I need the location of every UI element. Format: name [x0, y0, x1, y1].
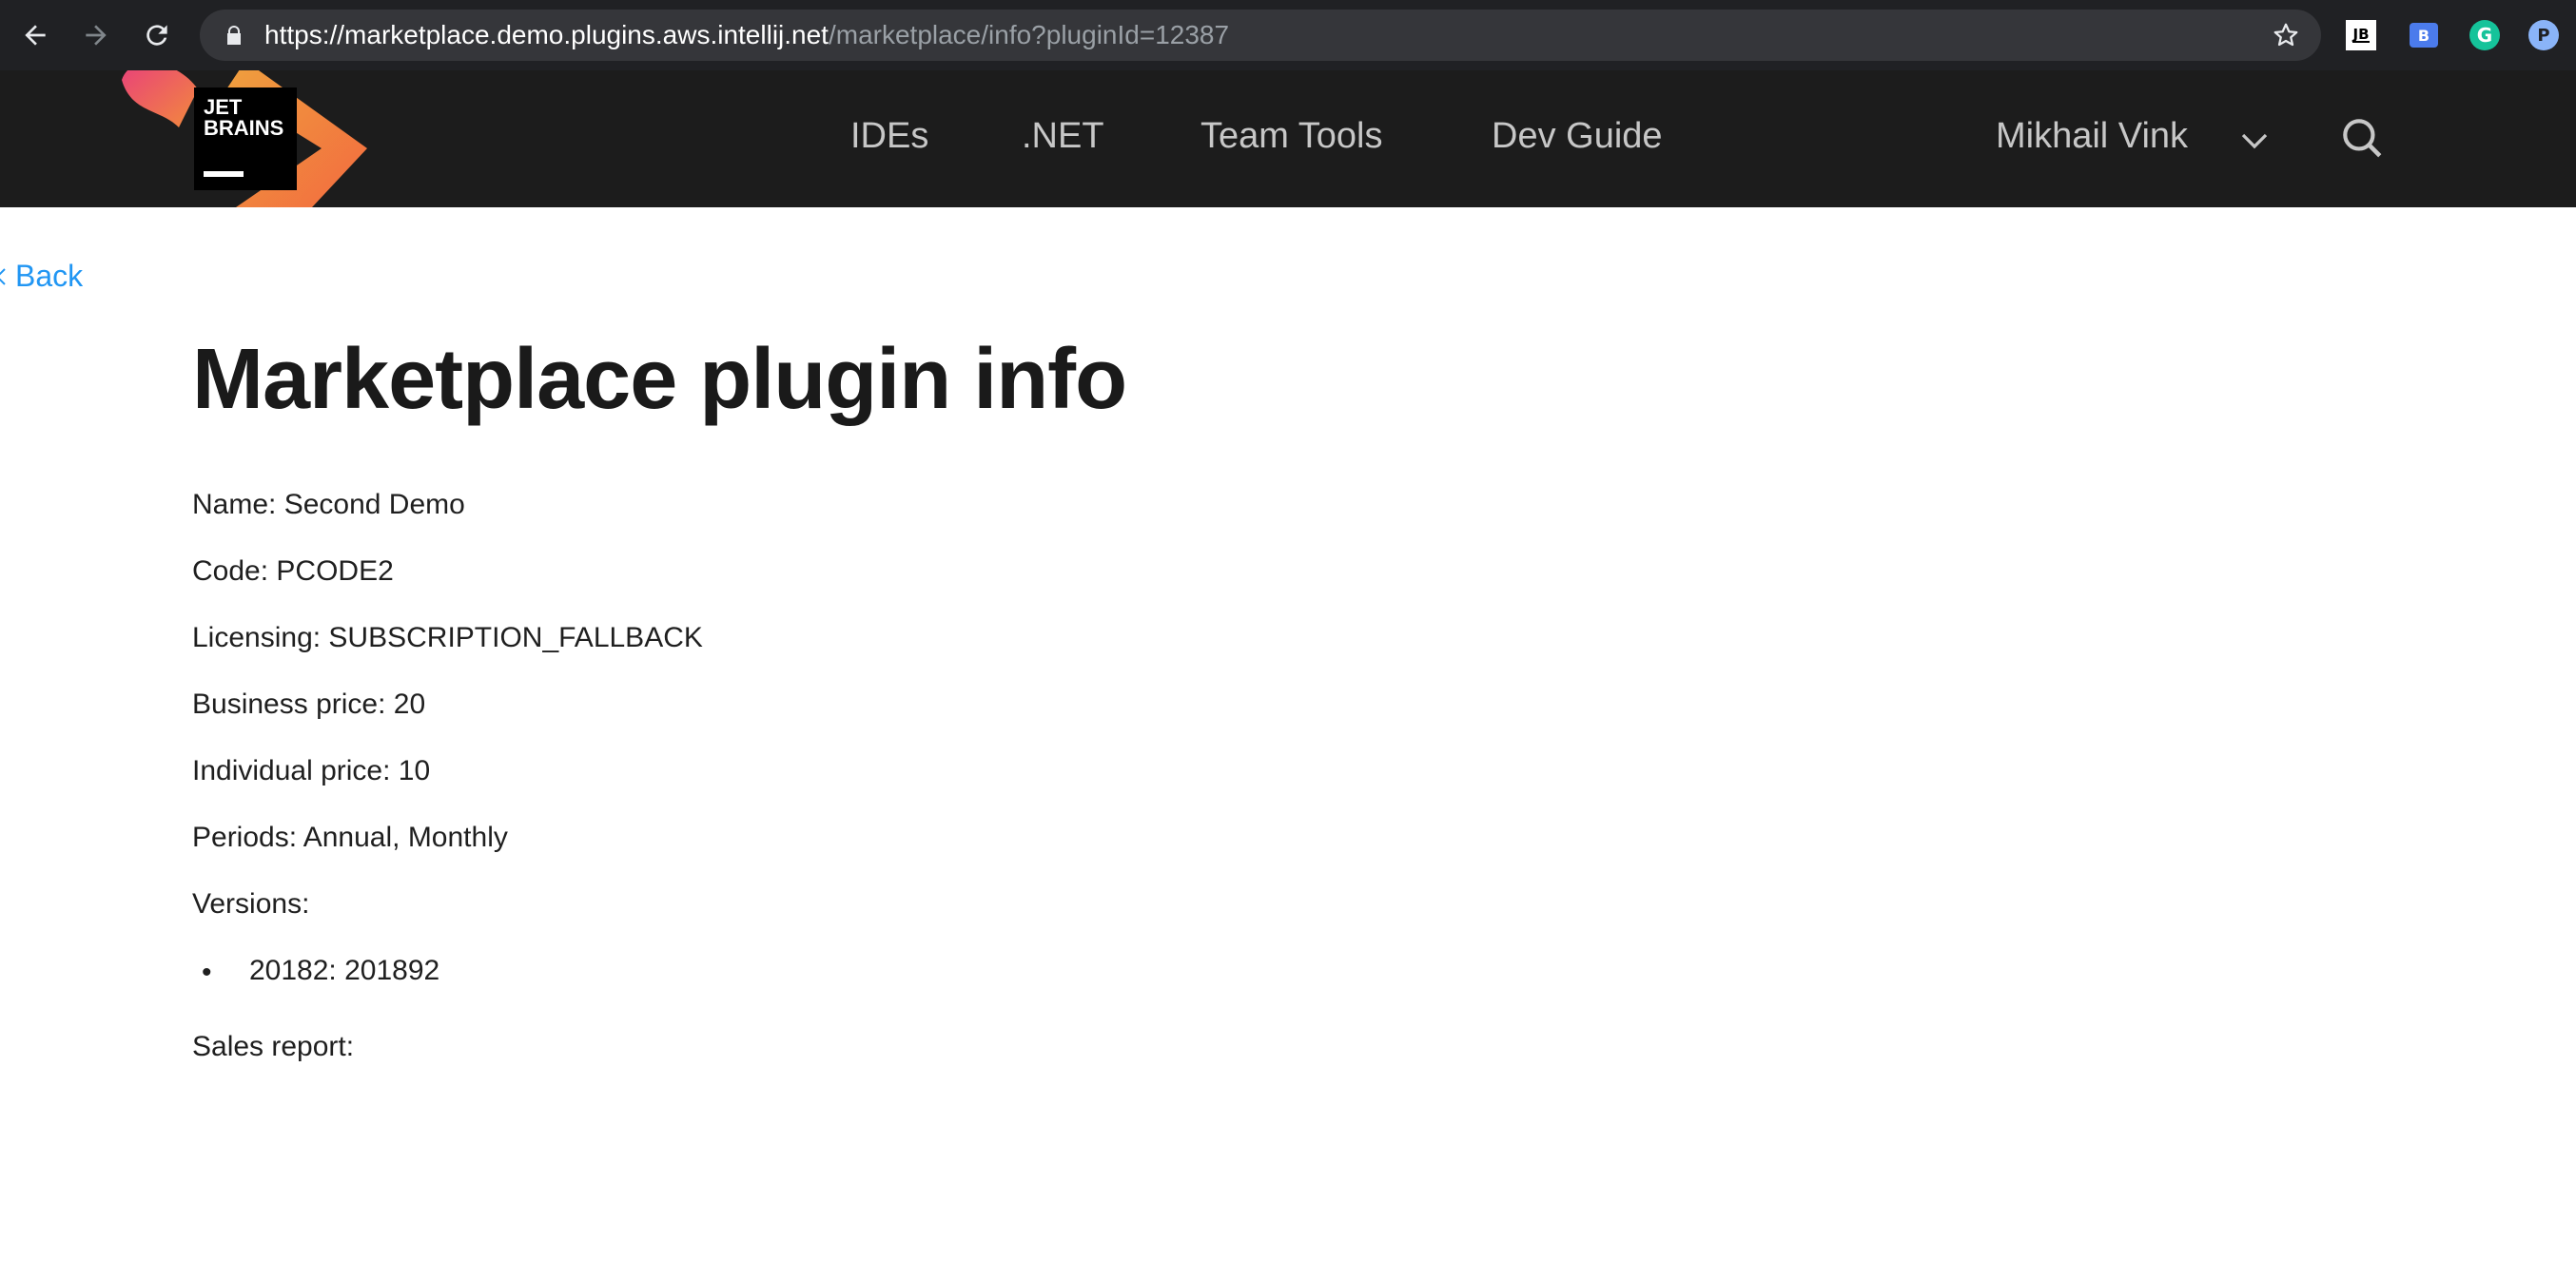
user-menu[interactable]: Mikhail Vink [1996, 116, 2188, 157]
logo-text: JET BRAINS [204, 95, 284, 140]
business-price: Business price: 20 [192, 689, 426, 720]
back-link[interactable]: Back [0, 259, 83, 296]
nav-ides[interactable]: IDEs [850, 116, 928, 157]
forward-arrow-icon[interactable] [76, 15, 116, 55]
nav-team-tools[interactable]: Team Tools [1200, 116, 1383, 157]
nav-dotnet[interactable]: .NET [1022, 116, 1104, 157]
versions-label: Versions: [192, 888, 310, 920]
plugin-periods: Periods: Annual, Monthly [192, 822, 508, 853]
grammarly-extension-icon[interactable]: G [2468, 18, 2502, 52]
search-icon[interactable] [2338, 114, 2386, 162]
jetbrains-extension-icon[interactable]: JB [2346, 20, 2376, 50]
chevron-down-icon[interactable] [2237, 124, 2272, 158]
back-arrow-icon[interactable] [15, 15, 55, 55]
plugin-code: Code: PCODE2 [192, 555, 394, 587]
address-bar[interactable]: https://marketplace.demo.plugins.aws.int… [200, 10, 2321, 61]
nav-dev-guide[interactable]: Dev Guide [1492, 116, 1663, 157]
site-header: JET BRAINS IDEs .NET Team Tools Dev Guid… [0, 70, 2576, 207]
url-text[interactable]: https://marketplace.demo.plugins.aws.int… [264, 10, 1229, 61]
logo-square: JET BRAINS [194, 87, 297, 190]
version-list-item: 20182: 201892 [249, 955, 440, 986]
lock-icon [227, 26, 241, 45]
chevron-left-icon [0, 261, 13, 296]
list-bullet: • [202, 957, 212, 988]
individual-price: Individual price: 10 [192, 755, 431, 786]
plugin-name: Name: Second Demo [192, 489, 465, 520]
sales-report-label: Sales report: [192, 1031, 355, 1062]
url-path: /marketplace/info?pluginId=12387 [828, 20, 1230, 49]
bookmark-star-icon[interactable] [2272, 21, 2300, 49]
reload-icon[interactable] [137, 15, 177, 55]
back-label: Back [15, 259, 84, 293]
bitwarden-extension-icon[interactable]: B [2407, 18, 2441, 52]
profile-extension-icon[interactable]: P [2527, 18, 2561, 52]
page-title: Marketplace plugin info [192, 332, 1127, 427]
plugin-licensing: Licensing: SUBSCRIPTION_FALLBACK [192, 622, 703, 653]
url-host: https://marketplace.demo.plugins.aws.int… [264, 20, 829, 49]
browser-toolbar: https://marketplace.demo.plugins.aws.int… [0, 0, 2576, 70]
logo-bar [204, 171, 244, 177]
jetbrains-logo[interactable]: JET BRAINS [122, 70, 369, 207]
